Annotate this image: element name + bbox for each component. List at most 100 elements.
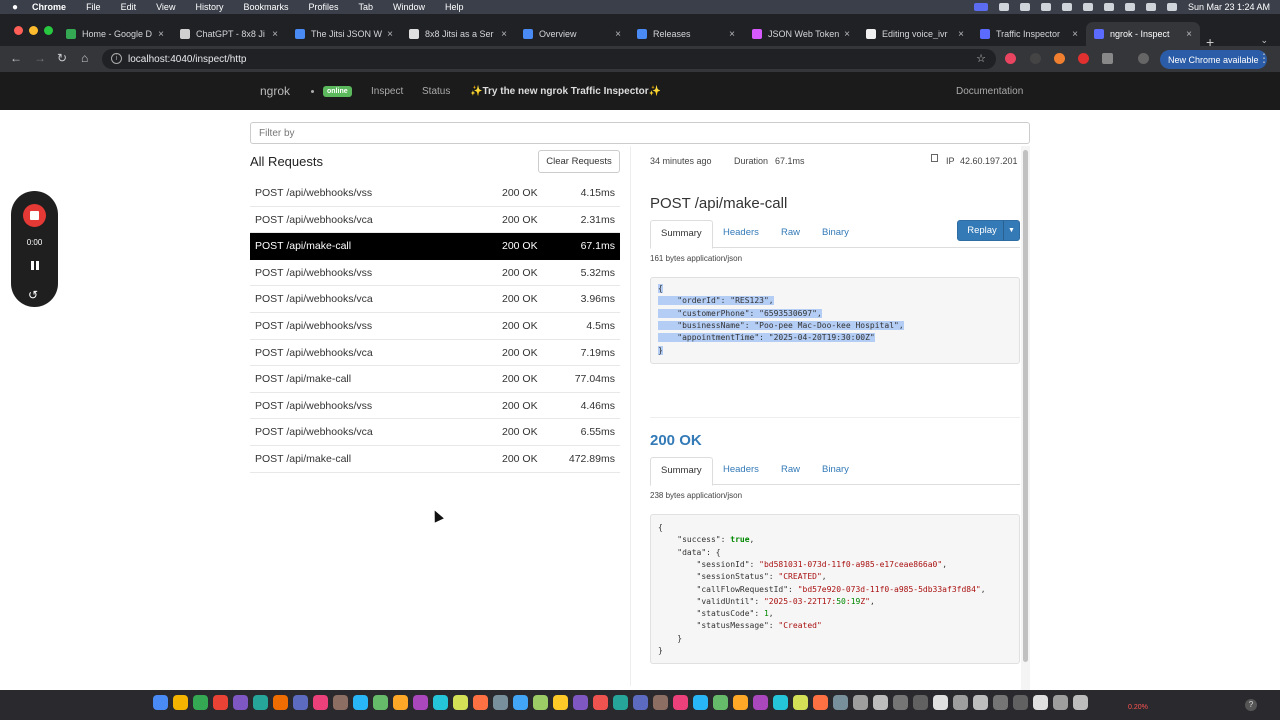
extensions-puzzle-icon[interactable]: [1102, 53, 1113, 64]
dock-app-icon[interactable]: [893, 695, 908, 710]
profile-avatar[interactable]: [1138, 53, 1149, 64]
tab-close-icon[interactable]: ×: [958, 29, 964, 40]
request-row[interactable]: POST /api/webhooks/vca 200 OK 2.31ms: [250, 207, 620, 234]
dock-app-icon[interactable]: [313, 695, 328, 710]
dock-app-icon[interactable]: [353, 695, 368, 710]
replay-dropdown-caret-icon[interactable]: ▼: [1003, 220, 1020, 241]
chrome-menu-icon[interactable]: ⋮: [1258, 51, 1270, 65]
dock-app-icon[interactable]: [973, 695, 988, 710]
request-row[interactable]: POST /api/make-call 200 OK 77.04ms: [250, 366, 620, 393]
replay-button[interactable]: Replay: [957, 220, 1007, 241]
dock-app-icon[interactable]: [213, 695, 228, 710]
menu-history[interactable]: History: [195, 2, 223, 12]
browser-tab[interactable]: Releases ×: [629, 22, 743, 46]
browser-tab[interactable]: JSON Web Token ×: [744, 22, 858, 46]
tab-search-icon[interactable]: ⌄: [1260, 35, 1268, 46]
wifi-icon[interactable]: [1124, 3, 1135, 11]
tab-close-icon[interactable]: ×: [844, 29, 850, 40]
dock-app-icon[interactable]: [813, 695, 828, 710]
menu-help[interactable]: Help: [445, 2, 464, 12]
dock-app-icon[interactable]: [293, 695, 308, 710]
menu-view[interactable]: View: [156, 2, 175, 12]
dock-app-icon[interactable]: [173, 695, 188, 710]
home-icon[interactable]: ⌂: [81, 51, 88, 65]
control-center-icon[interactable]: [1166, 3, 1177, 11]
dock-app-icon[interactable]: [773, 695, 788, 710]
reload-icon[interactable]: ↻: [57, 51, 67, 65]
dock-app-icon[interactable]: [613, 695, 628, 710]
filter-input[interactable]: [250, 122, 1030, 144]
request-body-code[interactable]: { "orderId": "RES123", "customerPhone": …: [650, 277, 1020, 364]
tray-app-icon[interactable]: [1061, 3, 1072, 11]
dock-app-icon[interactable]: [853, 695, 868, 710]
url-text[interactable]: localhost:4040/inspect/http: [128, 54, 246, 65]
browser-tab[interactable]: Overview ×: [515, 22, 629, 46]
tray-app-icon[interactable]: [1082, 3, 1093, 11]
help-icon[interactable]: ?: [1245, 699, 1257, 711]
battery-icon[interactable]: [1103, 3, 1114, 11]
dock-app-icon[interactable]: [793, 695, 808, 710]
dock-app-icon[interactable]: [253, 695, 268, 710]
menu-edit[interactable]: Edit: [121, 2, 137, 12]
dock-app-icon[interactable]: [553, 695, 568, 710]
restart-icon[interactable]: ↺: [28, 288, 38, 302]
copy-icon[interactable]: [931, 154, 938, 162]
back-arrow-icon[interactable]: ←: [10, 51, 22, 65]
menu-window[interactable]: Window: [393, 2, 425, 12]
traffic-inspector-promo-link[interactable]: ✨Try the new ngrok Traffic Inspector✨: [470, 86, 661, 97]
menu-app-name[interactable]: Chrome: [32, 2, 66, 12]
tab-response-raw[interactable]: Raw: [771, 457, 810, 485]
search-icon[interactable]: [1145, 3, 1156, 11]
tab-close-icon[interactable]: ×: [158, 29, 164, 40]
dock-app-icon[interactable]: [193, 695, 208, 710]
tab-request-headers[interactable]: Headers: [713, 220, 769, 248]
browser-tab[interactable]: 8x8 Jitsi as a Ser ×: [401, 22, 515, 46]
tab-response-binary[interactable]: Binary: [812, 457, 859, 485]
tab-close-icon[interactable]: ×: [615, 29, 621, 40]
tray-app-icon[interactable]: [998, 3, 1009, 11]
new-chrome-available-button[interactable]: New Chrome available: [1160, 50, 1267, 69]
dock-app-icon[interactable]: [1013, 695, 1028, 710]
dock-app-icon[interactable]: [993, 695, 1008, 710]
dock-app-icon[interactable]: [493, 695, 508, 710]
request-row[interactable]: POST /api/webhooks/vca 200 OK 3.96ms: [250, 286, 620, 313]
tab-response-summary[interactable]: Summary: [650, 457, 713, 486]
dock-app-icon[interactable]: [873, 695, 888, 710]
minimize-window-button[interactable]: [29, 26, 38, 35]
pause-icon[interactable]: [31, 261, 39, 270]
browser-tab[interactable]: ngrok - Inspect ×: [1086, 22, 1200, 46]
stop-recording-button[interactable]: [23, 204, 46, 227]
extension-icon[interactable]: [1030, 53, 1041, 64]
forward-arrow-icon[interactable]: →: [34, 51, 46, 65]
nav-status-link[interactable]: Status: [422, 86, 450, 97]
extension-icon[interactable]: [1054, 53, 1065, 64]
dock-app-icon[interactable]: [933, 695, 948, 710]
browser-tab[interactable]: Editing voice_ivr ×: [858, 22, 972, 46]
dock-app-icon[interactable]: [233, 695, 248, 710]
tray-app-icon[interactable]: [1019, 3, 1030, 11]
browser-tab[interactable]: ChatGPT - 8x8 Ji ×: [172, 22, 286, 46]
dock-app-icon[interactable]: [633, 695, 648, 710]
dock-app-icon[interactable]: [593, 695, 608, 710]
request-row[interactable]: POST /api/make-call 200 OK 67.1ms: [250, 233, 620, 260]
dock-app-icon[interactable]: [453, 695, 468, 710]
clear-requests-button[interactable]: Clear Requests: [538, 150, 620, 173]
maximize-window-button[interactable]: [44, 26, 53, 35]
detail-scrollbar-thumb[interactable]: [1023, 150, 1028, 662]
apple-icon[interactable]: ●: [12, 2, 18, 13]
tab-close-icon[interactable]: ×: [501, 29, 507, 40]
browser-tab[interactable]: The Jitsi JSON W ×: [287, 22, 401, 46]
dock-app-icon[interactable]: [913, 695, 928, 710]
dock-app-icon[interactable]: [673, 695, 688, 710]
dock-app-icon[interactable]: [393, 695, 408, 710]
dock-app-icon[interactable]: [473, 695, 488, 710]
request-row[interactable]: POST /api/make-call 200 OK 472.89ms: [250, 446, 620, 473]
tray-app-icon[interactable]: [1040, 3, 1051, 11]
dock-app-icon[interactable]: [1033, 695, 1048, 710]
screen-record-icon[interactable]: [973, 3, 988, 11]
request-row[interactable]: POST /api/webhooks/vss 200 OK 4.5ms: [250, 313, 620, 340]
tab-close-icon[interactable]: ×: [1186, 29, 1192, 40]
browser-tab[interactable]: Home - Google D ×: [58, 22, 172, 46]
ngrok-brand[interactable]: ngrok: [260, 84, 290, 98]
tab-request-binary[interactable]: Binary: [812, 220, 859, 248]
